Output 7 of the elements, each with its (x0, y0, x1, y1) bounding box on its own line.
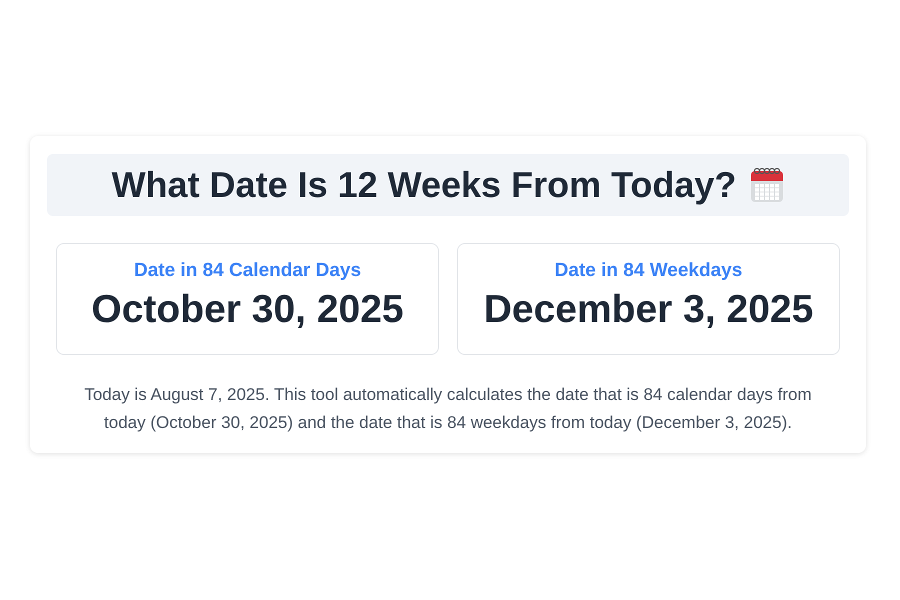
description-text: Today is August 7, 2025. This tool automatically calculates the date that is 84 calendar days from today (October 30, 2025) and the date that is 84 weekdays from today (December 3, 2025). (83, 384, 813, 434)
calendar-icon (750, 167, 784, 203)
result-label: Date in 84 Weekdays (554, 260, 742, 282)
result-date: December 3, 2025 (484, 288, 814, 332)
result-label: Date in 84 Calendar Days (134, 260, 362, 282)
result-date: October 30, 2025 (91, 288, 404, 332)
page-title: What Date Is 12 Weeks From Today? (112, 164, 736, 206)
